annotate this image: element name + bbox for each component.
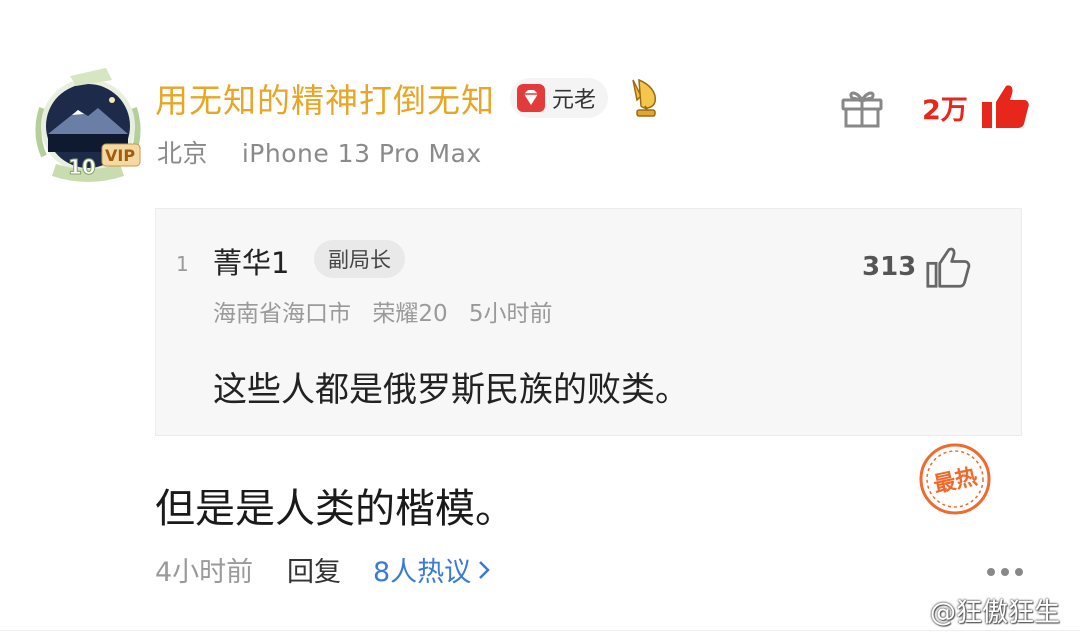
quoted-reply-meta: 海南省海口市 荣耀20 5小时前 (213, 294, 567, 328)
yuanlao-badge[interactable]: 元老 (510, 78, 609, 118)
avatar-level: 10 (68, 155, 96, 179)
comment-location-device: 北京 iPhone 13 Pro Max (157, 134, 482, 170)
quoted-reply-location: 海南省海口市 (213, 301, 351, 327)
quoted-reply-username[interactable]: 菁华1 (213, 240, 289, 282)
thumbs-up-icon[interactable] (980, 82, 1030, 130)
comment-text: 但是是人类的楷模。 (155, 486, 515, 532)
weibo-logo-icon (890, 601, 923, 625)
gift-icon[interactable] (840, 86, 884, 128)
hot-stamp: 最热 (918, 442, 992, 516)
comment-location: 北京 (157, 139, 209, 168)
diamond-icon (517, 84, 545, 112)
chevron-right-icon (479, 560, 490, 579)
trophy-icon[interactable] (625, 76, 665, 120)
quoted-reply-device: 荣耀20 (372, 301, 448, 327)
quoted-reply-badge[interactable]: 副局长 (314, 240, 405, 278)
yuanlao-badge-label: 元老 (552, 88, 597, 113)
quoted-reply-text: 这些人都是俄罗斯民族的败类。 (213, 370, 689, 410)
discuss-label: 8人热议 (373, 557, 472, 588)
thumbs-up-outline-icon[interactable] (925, 245, 971, 289)
comment-device: iPhone 13 Pro Max (241, 139, 482, 168)
discuss-link[interactable]: 8人热议 (373, 550, 491, 589)
more-options-icon[interactable] (986, 562, 1024, 576)
comment-time: 4小时前 (155, 557, 254, 588)
quoted-reply-like-count: 313 (862, 252, 917, 282)
watermark-text: @狂傲狂生 (930, 598, 1061, 628)
watermark: @狂傲狂生 (890, 592, 1060, 629)
bottom-divider (0, 630, 1080, 631)
comment-username[interactable]: 用无知的精神打倒无知 (155, 74, 495, 122)
avatar-vip-badge: VIP (105, 146, 135, 165)
quoted-reply-time: 5小时前 (468, 301, 553, 327)
comment-like-count: 2万 (922, 95, 968, 126)
hot-stamp-label: 最热 (931, 464, 979, 499)
avatar[interactable]: 10 VIP (32, 64, 144, 188)
quoted-reply-index: 1 (176, 252, 189, 276)
reply-button[interactable]: 回复 (287, 550, 341, 589)
